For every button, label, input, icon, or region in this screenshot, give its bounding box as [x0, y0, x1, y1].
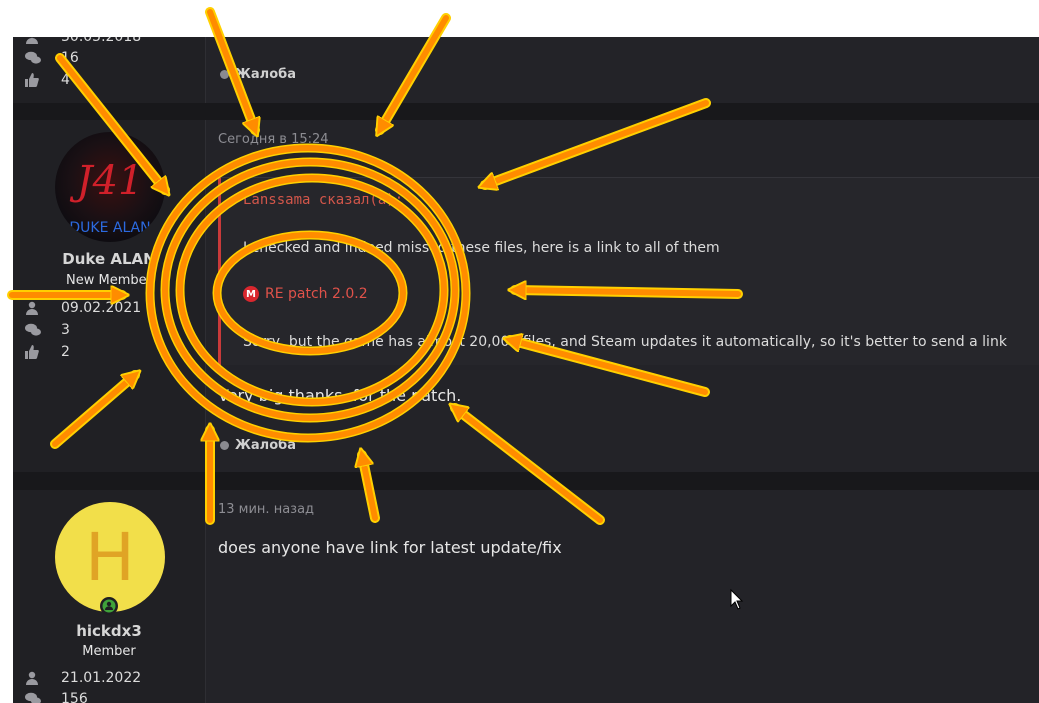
user-icon — [25, 37, 41, 44]
online-icon — [100, 597, 118, 615]
avatar-letter: H — [85, 518, 135, 596]
like-icon — [25, 73, 41, 87]
mega-icon: M — [243, 286, 259, 302]
post-hick-sidebar: H hickdx3 Member 21.01.2022 156 — [13, 490, 206, 703]
username[interactable]: hickdx3 — [13, 622, 205, 640]
like-icon — [25, 345, 41, 359]
post-hick: H hickdx3 Member 21.01.2022 156 13 мин. … — [13, 490, 1039, 703]
quote-line: I checked and indeed missed these files,… — [243, 240, 720, 256]
reactions-count: 2 — [61, 344, 70, 360]
username[interactable]: Duke ALAN — [13, 250, 205, 268]
messages-row: 16 — [25, 50, 79, 66]
report-icon — [220, 70, 229, 79]
post-timestamp[interactable]: Сегодня в 15:24 — [218, 132, 329, 147]
user-title: Member — [82, 644, 136, 659]
quote-line: Sorry, but the game has almost 20,000 fi… — [243, 334, 1007, 350]
user-icon — [25, 671, 41, 685]
report-label: Жалоба — [235, 438, 296, 453]
mega-link[interactable]: M RE patch 2.0.2 — [243, 286, 368, 302]
post-separator — [13, 103, 1039, 120]
reactions-row: 4 — [25, 72, 70, 88]
messages-icon — [25, 323, 41, 337]
post-separator — [13, 472, 1039, 490]
reactions-row: 2 — [25, 344, 70, 360]
join-date: 21.01.2022 — [61, 670, 142, 686]
report-link[interactable]: Жалоба — [220, 438, 296, 453]
report-label: Жалоба — [235, 67, 296, 82]
post-message: does anyone have link for latest update/… — [218, 538, 562, 557]
report-link[interactable]: Жалоба — [220, 67, 296, 82]
avatar[interactable]: H — [55, 502, 165, 612]
user-title: New Member — [66, 273, 152, 288]
avatar[interactable]: J41 DUKE ALAN — [55, 132, 165, 242]
post-previous: 30.05.2018 16 4 Жалоба — [13, 37, 1039, 103]
reactions-count: 4 — [61, 72, 70, 88]
avatar-text: J41 — [70, 158, 144, 204]
quote-author[interactable]: Lanssama сказал(а): — [243, 192, 403, 208]
join-date: 30.05.2018 — [61, 37, 142, 45]
post-message: Very big thanks, for the patch. — [218, 386, 462, 405]
messages-icon — [25, 692, 41, 703]
join-date: 09.02.2021 — [61, 300, 142, 316]
post-duke-sidebar: J41 DUKE ALAN Duke ALAN New Member 09.02… — [13, 120, 206, 472]
post-timestamp[interactable]: 13 мин. назад — [218, 502, 314, 517]
messages-count: 3 — [61, 322, 70, 338]
mega-link-label: RE patch 2.0.2 — [265, 286, 368, 302]
quote-block: Lanssama сказал(а): I checked and indeed… — [218, 177, 1039, 365]
join-date-row: 21.01.2022 — [25, 670, 141, 686]
messages-count: 16 — [61, 50, 79, 66]
messages-row: 156 — [25, 691, 88, 703]
avatar-caption: DUKE ALAN — [69, 220, 150, 236]
messages-icon — [25, 51, 41, 65]
messages-row: 3 — [25, 322, 70, 338]
messages-count: 156 — [61, 691, 88, 703]
join-date-row: 09.02.2021 — [25, 300, 141, 316]
post-previous-sidebar: 30.05.2018 16 4 — [13, 37, 206, 103]
report-icon — [220, 441, 229, 450]
post-duke: J41 DUKE ALAN Duke ALAN New Member 09.02… — [13, 120, 1039, 472]
user-icon — [25, 301, 41, 315]
forum-thread-screenshot: 30.05.2018 16 4 Жалоба J41 DUKE ALAN Duk… — [13, 37, 1039, 703]
join-date-row: 30.05.2018 — [25, 37, 141, 45]
